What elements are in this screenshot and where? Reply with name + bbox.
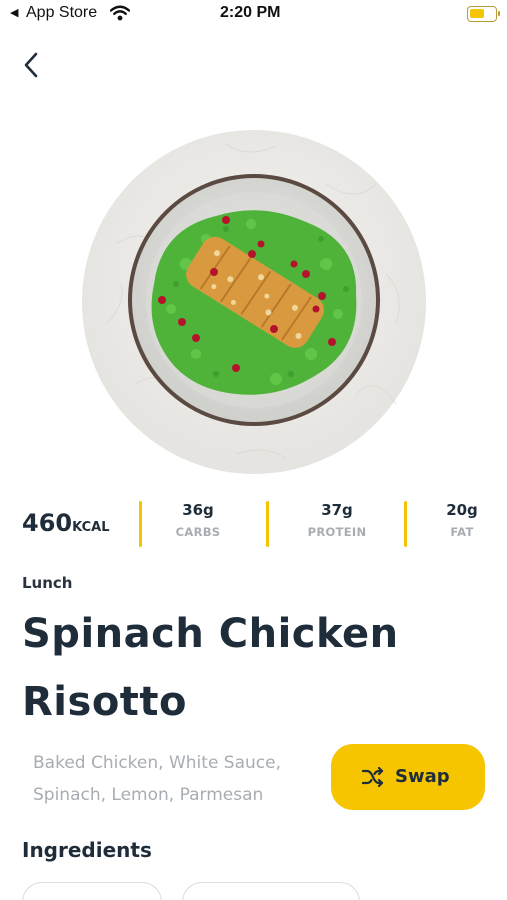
back-button[interactable] xyxy=(14,48,50,84)
meal-title-line-1: Spinach Chicken xyxy=(22,611,399,657)
fat-label: FAT xyxy=(450,525,474,539)
ingredients-heading: Ingredients xyxy=(22,838,152,862)
meal-title: Spinach Chicken Risotto xyxy=(22,600,492,736)
swap-label: Swap xyxy=(395,766,450,787)
clock: 2:20 PM xyxy=(220,4,281,21)
fat-value: 20g xyxy=(446,501,478,519)
macros-row: 460KCAL 36g CARBS 37g PROTEIN 20g FAT xyxy=(0,495,507,555)
carbs-value: 36g xyxy=(182,501,214,519)
macro-divider xyxy=(266,501,269,547)
shuffle-icon xyxy=(361,766,385,792)
calories: 460KCAL xyxy=(22,509,109,537)
carbs: 36g CARBS xyxy=(148,501,248,539)
swap-button[interactable]: Swap xyxy=(331,744,485,810)
meal-description-line-1: Baked Chicken, White Sauce, xyxy=(33,753,281,773)
meal-type: Lunch xyxy=(22,574,73,592)
meal-description: Baked Chicken, White Sauce, Spinach, Lem… xyxy=(33,747,333,811)
ingredient-chip[interactable] xyxy=(182,882,360,900)
calories-unit: KCAL xyxy=(72,520,110,535)
calories-value: 460 xyxy=(22,509,73,537)
back-to-app-label[interactable]: App Store xyxy=(26,4,97,22)
protein: 37g PROTEIN xyxy=(287,501,387,539)
macro-divider xyxy=(404,501,407,547)
ingredient-chip[interactable] xyxy=(22,882,162,900)
meal-description-line-2: Spinach, Lemon, Parmesan xyxy=(33,785,264,805)
wifi-icon xyxy=(109,5,131,25)
back-to-app-icon[interactable]: ◀ xyxy=(10,6,18,19)
carbs-label: CARBS xyxy=(175,525,221,539)
battery-icon xyxy=(467,6,500,22)
meal-title-line-2: Risotto xyxy=(22,679,188,725)
battery-fill xyxy=(470,9,484,18)
fat: 20g FAT xyxy=(412,501,507,539)
protein-value: 37g xyxy=(321,501,353,519)
dish-image xyxy=(76,124,432,480)
status-bar: ◀ App Store 2:20 PM xyxy=(0,0,507,30)
chevron-left-icon xyxy=(24,52,38,78)
protein-label: PROTEIN xyxy=(307,525,367,539)
macro-divider xyxy=(139,501,142,547)
